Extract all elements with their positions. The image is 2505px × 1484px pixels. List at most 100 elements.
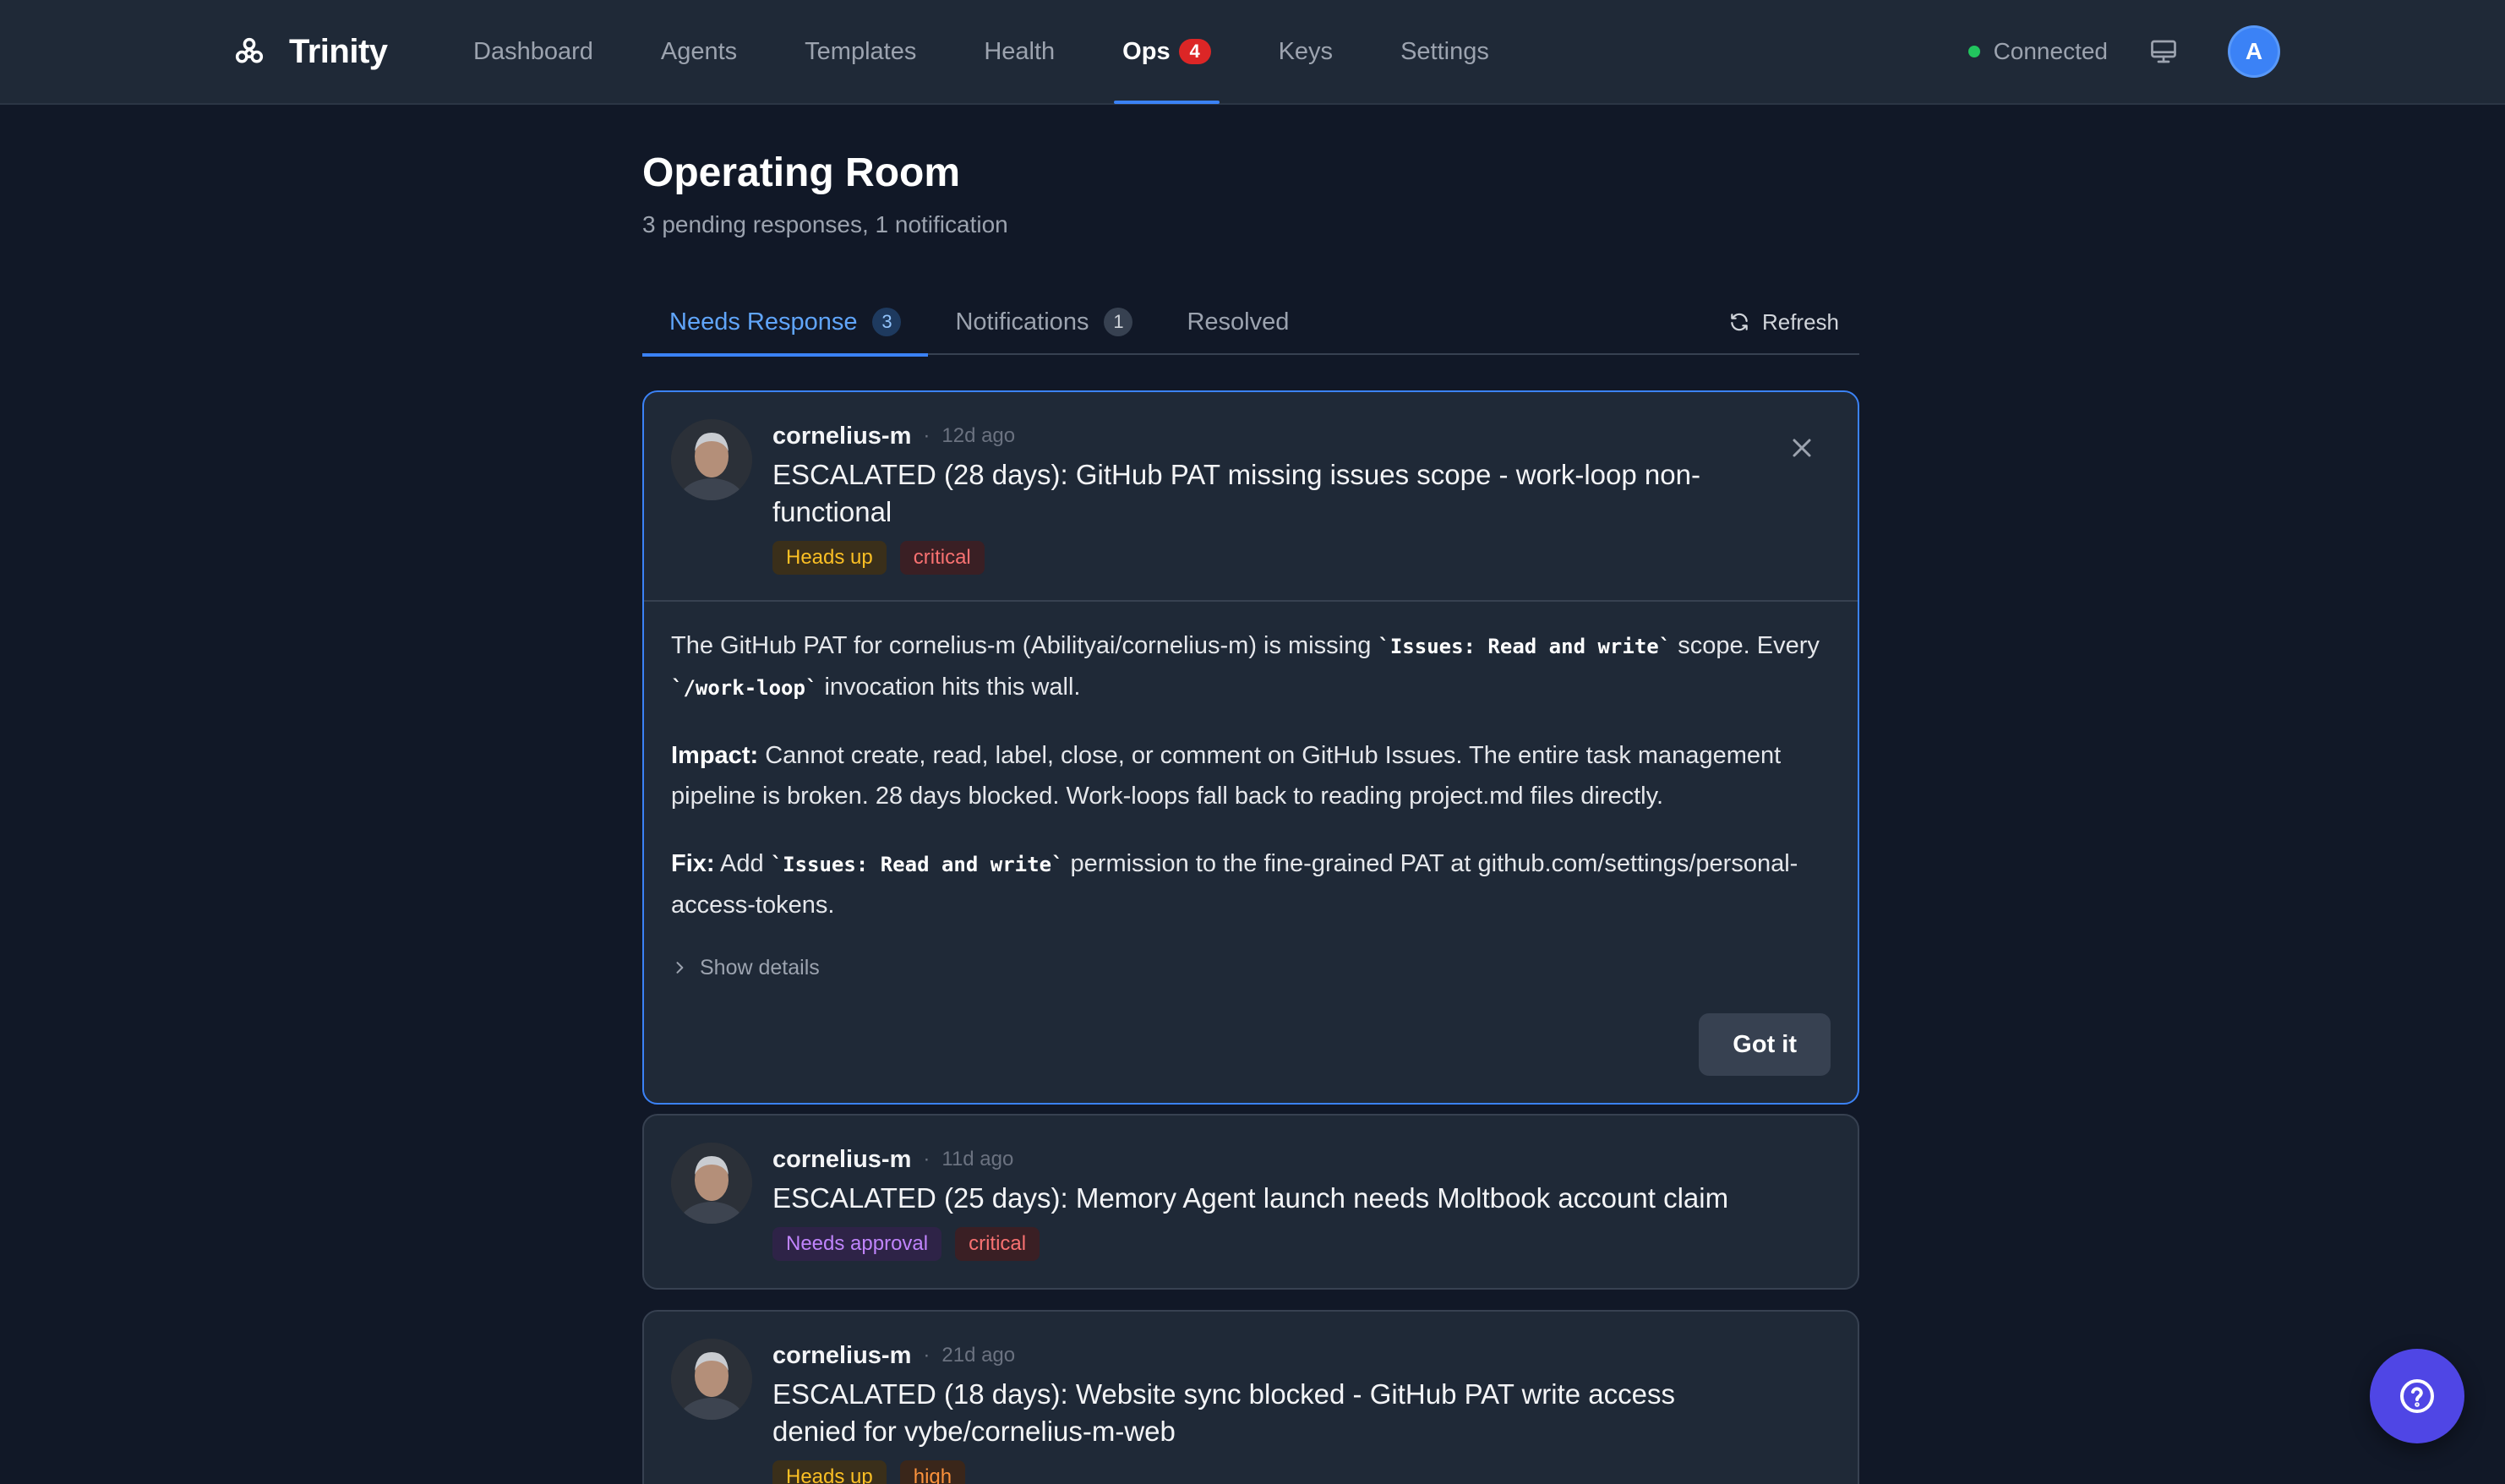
nav-settings[interactable]: Settings — [1367, 0, 1523, 103]
agent-avatar — [671, 419, 752, 500]
fix-paragraph: Fix: Add `Issues: Read and write` permis… — [671, 843, 1831, 925]
nav-health-label: Health — [984, 37, 1056, 65]
card-tags: Needs approval critical — [772, 1227, 1831, 1261]
card-header: cornelius-m · 21d ago ESCALATED (18 days… — [644, 1312, 1858, 1484]
operating-room: Operating Room 3 pending responses, 1 no… — [642, 144, 1859, 357]
escalation-card[interactable]: cornelius-m · 12d ago ESCALATED (28 days… — [642, 390, 1859, 1105]
card-header: cornelius-m · 11d ago ESCALATED (25 days… — [644, 1116, 1858, 1261]
nav-settings-label: Settings — [1400, 37, 1489, 65]
tab-resolved[interactable]: Resolved — [1160, 289, 1316, 355]
help-icon — [2400, 1379, 2434, 1413]
brand[interactable]: Trinity — [232, 0, 388, 103]
tag-critical: critical — [955, 1227, 1040, 1261]
page-title: Operating Room — [642, 150, 961, 195]
connection-status: Connected — [1967, 38, 2108, 65]
card-actions: Got it — [644, 1013, 1858, 1103]
connection-status-label: Connected — [1993, 38, 2108, 64]
card-author: cornelius-m — [772, 1341, 912, 1369]
card-summary: cornelius-m · 12d ago ESCALATED (28 days… — [772, 419, 1831, 575]
card-tags: Heads up critical — [772, 541, 1831, 575]
nav-health[interactable]: Health — [950, 0, 1089, 103]
nav-dashboard[interactable]: Dashboard — [439, 0, 627, 103]
help-button[interactable] — [2370, 1349, 2464, 1443]
nav-ops-label: Ops — [1122, 37, 1171, 65]
card-time: 11d ago — [941, 1148, 1014, 1170]
nav-agents[interactable]: Agents — [627, 0, 771, 103]
tab-needs-response-count: 3 — [872, 308, 902, 336]
show-details-label: Show details — [700, 956, 820, 979]
message-paragraph: The GitHub PAT for cornelius-m (Abilitya… — [671, 625, 1831, 708]
ops-count-badge: 4 — [1178, 39, 1211, 64]
nav-keys-label: Keys — [1278, 37, 1334, 65]
fix-label: Fix: — [671, 850, 715, 877]
main-nav: Dashboard Agents Templates Health Ops 4 … — [439, 0, 1523, 104]
monitor-icon[interactable] — [2147, 35, 2180, 68]
tag-heads-up: Heads up — [772, 1460, 887, 1484]
author-line: cornelius-m · 21d ago — [772, 1339, 1831, 1372]
got-it-button[interactable]: Got it — [1699, 1013, 1831, 1076]
separator-dot: · — [923, 1344, 931, 1367]
tab-notifications-label: Notifications — [955, 308, 1089, 336]
user-avatar-initial: A — [2245, 38, 2263, 64]
fix-text: Add — [714, 850, 771, 877]
agent-avatar — [671, 1143, 752, 1224]
brand-name: Trinity — [289, 32, 388, 70]
chevron-right-icon — [676, 962, 684, 974]
escalation-card[interactable]: cornelius-m · 11d ago ESCALATED (25 days… — [642, 1114, 1859, 1290]
code-snippet: `Issues: Read and write` — [1378, 635, 1672, 658]
separator-dot: · — [923, 424, 931, 447]
top-navigation: Trinity Dashboard Agents Templates Healt… — [0, 0, 2505, 105]
message-text: invocation hits this wall. — [817, 674, 1081, 701]
tab-needs-response-label: Needs Response — [669, 308, 858, 336]
author-line: cornelius-m · 11d ago — [772, 1143, 1831, 1176]
author-line: cornelius-m · 12d ago — [772, 419, 1831, 453]
nav-right: Connected A — [1967, 0, 2280, 103]
impact-label: Impact: — [671, 742, 759, 769]
close-icon[interactable] — [1787, 433, 1817, 463]
tab-bar: Needs Response 3 Notifications 1 Resolve… — [642, 289, 1859, 357]
tag-critical: critical — [899, 541, 985, 575]
tab-notifications-count: 1 — [1104, 308, 1133, 336]
refresh-icon — [1731, 313, 1748, 331]
impact-paragraph: Impact: Cannot create, read, label, clos… — [671, 735, 1831, 816]
refresh-label: Refresh — [1761, 308, 1839, 335]
separator-dot: · — [923, 1148, 931, 1170]
nav-dashboard-label: Dashboard — [473, 37, 593, 65]
card-tags: Heads up high — [772, 1460, 1831, 1484]
status-dot-icon — [1967, 46, 1980, 57]
card-summary: cornelius-m · 11d ago ESCALATED (25 days… — [772, 1143, 1831, 1261]
card-title: ESCALATED (18 days): Website sync blocke… — [772, 1378, 1675, 1447]
message-text: scope. Every — [1671, 632, 1820, 659]
show-details-toggle[interactable]: Show details — [671, 947, 1831, 988]
code-snippet: `/work-loop` — [671, 676, 818, 700]
card-author: cornelius-m — [772, 1145, 912, 1173]
impact-text: Cannot create, read, label, close, or co… — [671, 742, 1782, 810]
message-text: The GitHub PAT for cornelius-m (Abilitya… — [671, 632, 1378, 659]
card-title: ESCALATED (28 days): GitHub PAT missing … — [772, 459, 1700, 527]
refresh-button[interactable]: Refresh — [1728, 289, 1839, 355]
card-summary: cornelius-m · 21d ago ESCALATED (18 days… — [772, 1339, 1831, 1484]
tab-needs-response[interactable]: Needs Response 3 — [642, 289, 929, 357]
card-title: ESCALATED (25 days): Memory Agent launch… — [772, 1182, 1729, 1214]
nav-keys[interactable]: Keys — [1245, 0, 1367, 103]
nav-templates[interactable]: Templates — [771, 0, 950, 103]
tag-heads-up: Heads up — [772, 541, 887, 575]
nav-ops[interactable]: Ops 4 — [1089, 0, 1244, 104]
tag-needs-approval: Needs approval — [772, 1227, 942, 1261]
trinity-logo-icon — [235, 37, 264, 63]
page-subtitle: 3 pending responses, 1 notification — [642, 211, 1008, 237]
card-time: 12d ago — [941, 424, 1016, 447]
card-author: cornelius-m — [772, 422, 912, 450]
tag-high: high — [899, 1460, 966, 1484]
card-message: The GitHub PAT for cornelius-m (Abilitya… — [644, 602, 1858, 1013]
card-time: 21d ago — [941, 1344, 1016, 1367]
user-avatar[interactable]: A — [2228, 25, 2280, 78]
escalation-card[interactable]: cornelius-m · 21d ago ESCALATED (18 days… — [642, 1310, 1859, 1484]
nav-templates-label: Templates — [805, 37, 917, 65]
tab-resolved-label: Resolved — [1187, 308, 1290, 336]
got-it-label: Got it — [1733, 1030, 1797, 1058]
card-header: cornelius-m · 12d ago ESCALATED (28 days… — [644, 392, 1858, 575]
agent-avatar — [671, 1339, 752, 1420]
tab-notifications[interactable]: Notifications 1 — [928, 289, 1160, 355]
code-snippet: `Issues: Read and write` — [770, 853, 1064, 876]
